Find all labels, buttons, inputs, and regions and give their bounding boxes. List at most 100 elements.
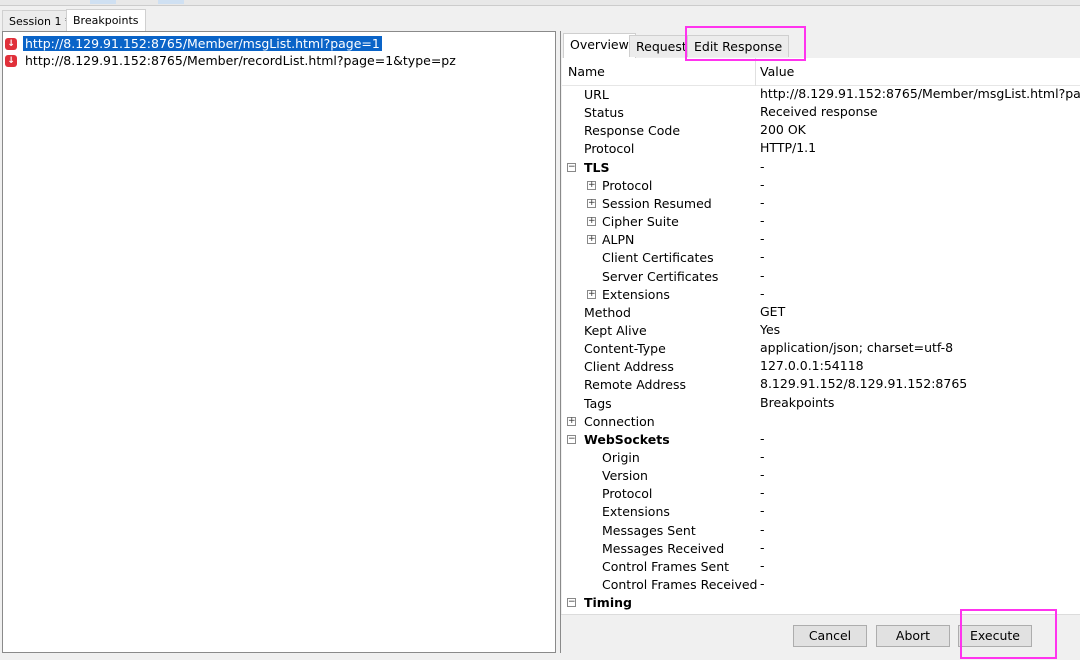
property-name: Response Code xyxy=(584,123,681,139)
grid-header: Name Value xyxy=(562,58,1080,86)
property-name: TLS xyxy=(584,159,610,175)
property-name: Messages Sent xyxy=(602,522,696,538)
property-value: http://8.129.91.152:8765/Member/msgList.… xyxy=(760,86,1080,101)
property-value: HTTP/1.1 xyxy=(760,140,817,156)
property-name: Tags xyxy=(584,395,612,411)
property-row[interactable]: Status Received response xyxy=(562,104,1080,122)
property-name: Connection xyxy=(584,413,655,429)
property-row[interactable]: Version - xyxy=(562,467,1080,485)
collapse-minus-icon[interactable]: − xyxy=(567,598,576,608)
expand-plus-icon[interactable]: + xyxy=(587,217,596,227)
property-value: - xyxy=(760,467,765,483)
property-name: Client Address xyxy=(584,359,674,375)
property-row[interactable]: Protocol - xyxy=(562,485,1080,503)
property-name: Client Certificates xyxy=(602,250,714,266)
property-name: Status xyxy=(584,105,624,121)
collapse-minus-icon[interactable]: − xyxy=(567,162,576,172)
toolbar-strip xyxy=(0,0,1080,6)
property-name: Timing xyxy=(584,595,632,611)
property-row[interactable]: + Extensions - xyxy=(562,286,1080,304)
breakpoint-item[interactable]: ↓ http://8.129.91.152:8765/Member/msgLis… xyxy=(5,35,382,52)
property-row[interactable]: Server Certificates - xyxy=(562,268,1080,286)
property-value: - xyxy=(760,521,765,537)
property-name: Remote Address xyxy=(584,377,686,393)
property-name: Protocol xyxy=(584,141,635,157)
property-value: - xyxy=(760,576,765,592)
property-row[interactable]: Content-Type application/json; charset=ut… xyxy=(562,340,1080,358)
property-value: - xyxy=(760,449,765,464)
property-value: - xyxy=(760,285,765,301)
property-row[interactable]: Remote Address 8.129.91.152/8.129.91.152:… xyxy=(562,376,1080,394)
property-value: - xyxy=(760,267,765,283)
property-row[interactable]: + Cipher Suite - xyxy=(562,213,1080,231)
property-name: Origin xyxy=(602,450,640,465)
collapse-minus-icon[interactable]: − xyxy=(567,434,576,444)
property-value: Received response xyxy=(760,104,878,120)
detail-pane: Overview Request Edit Response Name Valu… xyxy=(560,31,1080,653)
property-row[interactable]: Messages Sent - xyxy=(562,522,1080,540)
expand-plus-icon[interactable]: + xyxy=(587,235,596,245)
property-row[interactable]: Control Frames Sent - xyxy=(562,558,1080,576)
property-name: Content-Type xyxy=(584,341,666,357)
property-row[interactable]: Extensions - xyxy=(562,503,1080,521)
highlight-box xyxy=(685,26,806,61)
property-value: 127.0.0.1:54118 xyxy=(760,358,864,374)
property-value: 8.129.91.152/8.129.91.152:8765 xyxy=(760,376,968,392)
property-row[interactable]: Tags Breakpoints xyxy=(562,395,1080,413)
property-name: Kept Alive xyxy=(584,322,647,338)
breakpoint-list: ↓ http://8.129.91.152:8765/Member/msgLis… xyxy=(2,31,556,653)
property-row[interactable]: − WebSockets - xyxy=(562,431,1080,449)
property-value: Yes xyxy=(760,321,781,337)
overview-grid: Name Value URL http://8.129.91.152:8765/M… xyxy=(562,58,1080,614)
property-row[interactable]: + Protocol - xyxy=(562,177,1080,195)
property-row[interactable]: Origin - xyxy=(562,449,1080,467)
property-row[interactable]: Client Address 127.0.0.1:54118 xyxy=(562,358,1080,376)
breakpoint-down-arrow-icon: ↓ xyxy=(5,54,17,67)
property-name: WebSockets xyxy=(584,431,670,447)
property-name: Protocol xyxy=(602,486,653,502)
column-divider[interactable] xyxy=(755,58,756,86)
property-row[interactable]: Response Code 200 OK xyxy=(562,122,1080,140)
property-value: - xyxy=(760,158,765,174)
property-row[interactable]: Method GET xyxy=(562,304,1080,322)
property-value: - xyxy=(760,539,765,555)
toolbar-button[interactable] xyxy=(158,0,184,4)
property-value: - xyxy=(760,231,765,247)
expand-plus-icon[interactable]: + xyxy=(567,416,576,426)
property-row[interactable]: Control Frames Received - xyxy=(562,576,1080,594)
property-value: application/json; charset=utf-8 xyxy=(760,340,954,356)
tab-breakpoints[interactable]: Breakpoints xyxy=(66,9,146,32)
expand-plus-icon[interactable]: + xyxy=(587,198,596,208)
property-row[interactable]: − TLS - xyxy=(562,159,1080,177)
property-name: Version xyxy=(602,468,648,484)
toolbar-button[interactable] xyxy=(90,0,116,4)
property-name: Session Resumed xyxy=(602,195,712,211)
property-name: Cipher Suite xyxy=(602,214,679,230)
property-value: GET xyxy=(760,303,786,319)
tab-overview[interactable]: Overview xyxy=(563,33,636,58)
property-row[interactable]: + Session Resumed - xyxy=(562,195,1080,213)
property-row[interactable]: Protocol HTTP/1.1 xyxy=(562,140,1080,158)
column-header-name[interactable]: Name xyxy=(568,64,605,79)
property-row[interactable]: URL http://8.129.91.152:8765/Member/msgLi… xyxy=(562,86,1080,104)
breakpoint-item[interactable]: ↓ http://8.129.91.152:8765/Member/record… xyxy=(5,52,458,69)
highlight-box xyxy=(960,609,1057,659)
column-header-value[interactable]: Value xyxy=(760,64,794,79)
property-row[interactable]: Kept Alive Yes xyxy=(562,322,1080,340)
property-row[interactable]: + ALPN - xyxy=(562,231,1080,249)
property-row[interactable]: Client Certificates - xyxy=(562,249,1080,267)
property-name: Extensions xyxy=(602,504,670,520)
abort-button[interactable]: Abort xyxy=(876,625,950,647)
cancel-button[interactable]: Cancel xyxy=(793,625,867,647)
breakpoint-url: http://8.129.91.152:8765/Member/recordLi… xyxy=(25,53,456,68)
expand-plus-icon[interactable]: + xyxy=(587,289,596,299)
property-name: Server Certificates xyxy=(602,268,719,284)
property-row[interactable]: Messages Received - xyxy=(562,540,1080,558)
property-row[interactable]: + Connection xyxy=(562,413,1080,431)
property-value: - xyxy=(760,213,765,229)
property-name: Method xyxy=(584,304,631,320)
property-name: Messages Received xyxy=(602,540,725,556)
property-value: - xyxy=(760,485,765,501)
property-name: ALPN xyxy=(602,232,635,248)
expand-plus-icon[interactable]: + xyxy=(587,180,596,190)
